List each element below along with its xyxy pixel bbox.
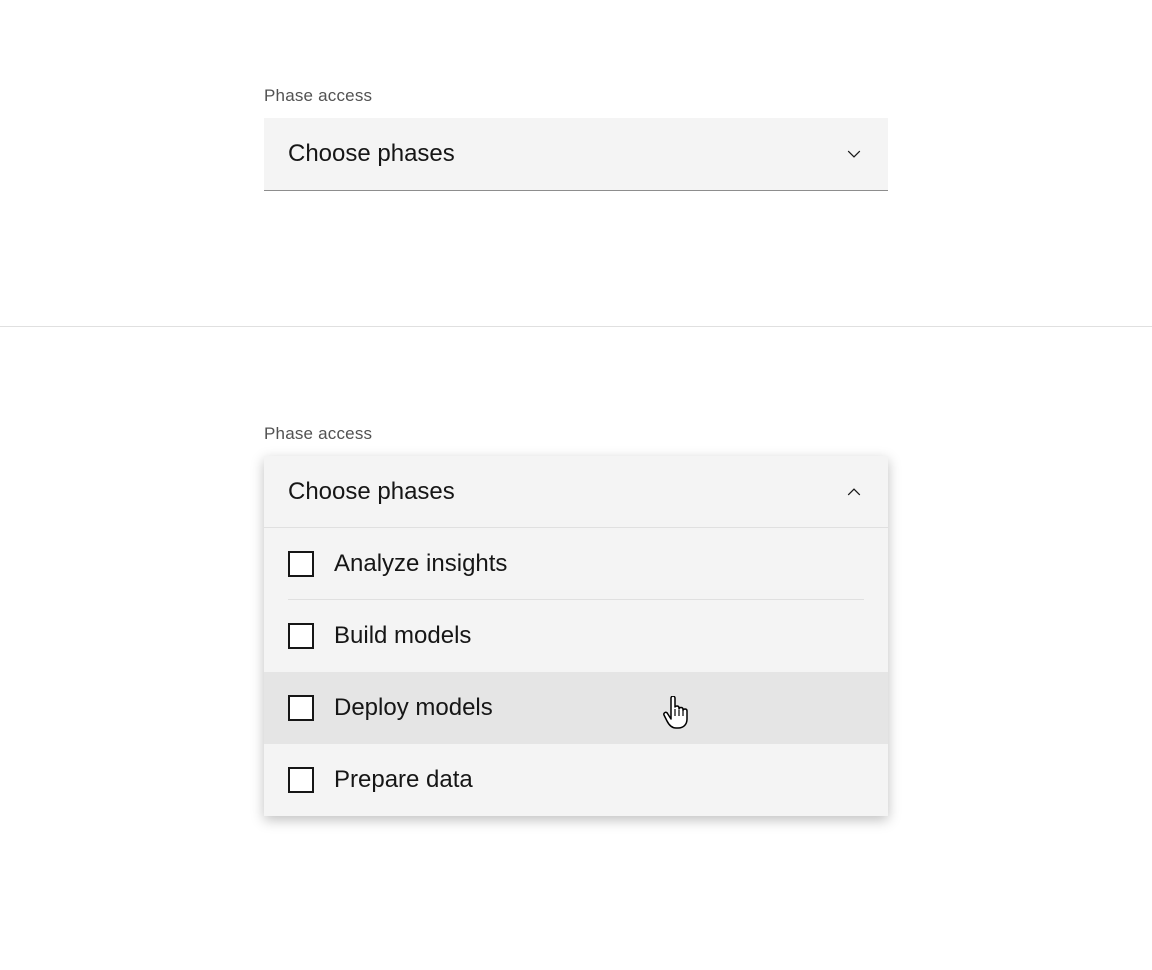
checkbox[interactable]	[288, 623, 314, 649]
horizontal-divider	[0, 326, 1152, 327]
option-analyze-insights[interactable]: Analyze insights	[264, 528, 888, 600]
dropdown-placeholder: Choose phases	[288, 140, 455, 168]
field-label: Phase access	[264, 86, 1152, 106]
option-build-models[interactable]: Build models	[264, 600, 888, 672]
dropdown-placeholder: Choose phases	[288, 478, 455, 506]
dropdown-closed-example: Phase access Choose phases	[0, 0, 1152, 326]
checkbox[interactable]	[288, 695, 314, 721]
pointer-cursor-icon	[662, 696, 692, 726]
option-label: Analyze insights	[334, 550, 507, 578]
option-label: Prepare data	[334, 766, 473, 794]
dropdown-header[interactable]: Choose phases	[264, 456, 888, 528]
dropdown-open-example: Phase access Choose phases Analyze insig…	[0, 396, 1152, 816]
option-prepare-data[interactable]: Prepare data	[264, 744, 888, 816]
checkbox[interactable]	[288, 551, 314, 577]
checkbox[interactable]	[288, 767, 314, 793]
option-deploy-models[interactable]: Deploy models	[264, 672, 888, 744]
phase-dropdown-open: Choose phases Analyze insights Build mod…	[264, 456, 888, 816]
option-label: Build models	[334, 622, 471, 650]
phase-dropdown-closed[interactable]: Choose phases	[264, 118, 888, 191]
chevron-down-icon	[844, 144, 864, 164]
chevron-up-icon	[844, 482, 864, 502]
field-label: Phase access	[264, 424, 1152, 444]
option-label: Deploy models	[334, 694, 493, 722]
dropdown-header[interactable]: Choose phases	[264, 118, 888, 190]
